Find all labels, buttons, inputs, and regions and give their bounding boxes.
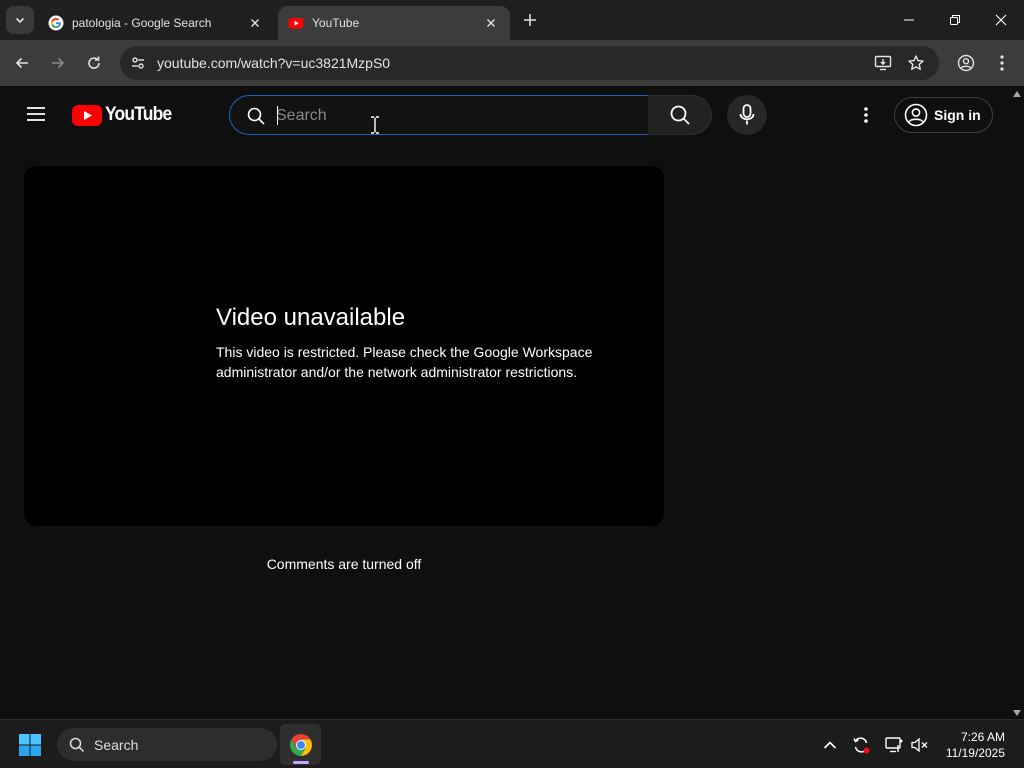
minimize-button[interactable] (886, 0, 932, 40)
browser-menu-button[interactable] (988, 49, 1016, 77)
close-icon[interactable] (482, 14, 500, 32)
voice-search-button[interactable] (727, 95, 767, 135)
close-icon[interactable] (246, 14, 264, 32)
search-icon (669, 104, 691, 126)
url-text[interactable]: youtube.com/watch?v=uc3821MzpS0 (157, 55, 390, 71)
forward-button[interactable] (44, 49, 72, 77)
install-app-icon[interactable] (873, 53, 893, 73)
browser-toolbar: youtube.com/watch?v=uc3821MzpS0 (0, 40, 1024, 86)
youtube-play-icon (72, 104, 102, 126)
back-button[interactable] (8, 49, 36, 77)
scroll-down-arrow-icon[interactable] (1012, 709, 1022, 717)
video-player[interactable]: Video unavailable This video is restrict… (24, 166, 664, 526)
sign-in-label: Sign in (934, 107, 981, 123)
kebab-menu-icon (1000, 55, 1004, 71)
google-g-icon (48, 15, 64, 31)
error-title: Video unavailable (216, 304, 406, 331)
comments-status: Comments are turned off (266, 556, 422, 572)
hamburger-menu-icon (26, 106, 46, 122)
plus-icon (523, 13, 537, 27)
reload-button[interactable] (80, 49, 108, 77)
bookmark-star-icon[interactable] (906, 53, 926, 73)
kebab-menu-icon (864, 107, 868, 123)
system-clock[interactable]: 7:26 AM 11/19/2025 (946, 729, 1005, 761)
volume-muted-icon[interactable] (910, 735, 930, 755)
arrow-left-icon (14, 55, 30, 71)
chrome-logo-icon (289, 733, 313, 757)
tab-youtube[interactable]: YouTube (278, 6, 510, 40)
text-cursor-icon (370, 116, 380, 134)
search-icon (69, 737, 94, 753)
minimize-icon (903, 14, 915, 26)
close-window-button[interactable] (978, 0, 1024, 40)
account-circle-icon (957, 54, 975, 72)
sync-status-icon[interactable] (851, 735, 871, 755)
youtube-wordmark: YouTube (105, 104, 172, 125)
search-input[interactable] (276, 104, 636, 128)
search-button[interactable] (648, 95, 712, 135)
arrow-right-icon (50, 55, 66, 71)
restore-button[interactable] (932, 0, 978, 40)
windows-start-icon[interactable] (18, 733, 42, 757)
restore-icon (949, 14, 961, 26)
youtube-logo[interactable]: YouTube (72, 104, 177, 126)
sign-in-button[interactable]: Sign in (894, 97, 993, 133)
tab-title: YouTube (312, 16, 360, 30)
chevron-up-icon[interactable] (820, 735, 840, 755)
browser-tab-strip: patologia - Google Search YouTube (0, 0, 1024, 40)
tab-title: patologia - Google Search (72, 16, 212, 30)
tab-search-button[interactable] (6, 6, 34, 34)
site-info-icon[interactable] (126, 51, 150, 75)
scroll-up-arrow-icon[interactable] (1012, 90, 1022, 98)
text-caret (277, 106, 278, 125)
windows-taskbar: Search 7:26 AM 11/19/2025 (0, 719, 1024, 768)
tab-google-search[interactable]: patologia - Google Search (38, 6, 274, 40)
search-icon (246, 106, 266, 126)
account-circle-icon (904, 103, 934, 127)
active-app-indicator (293, 761, 309, 764)
error-message: This video is restricted. Please check t… (216, 344, 593, 380)
taskbar-chrome-app[interactable] (280, 724, 321, 765)
settings-menu-button[interactable] (854, 103, 878, 127)
clock-time: 7:26 AM (960, 730, 1005, 744)
taskbar-search[interactable]: Search (57, 728, 277, 761)
youtube-play-icon (288, 15, 304, 31)
close-icon (995, 14, 1007, 26)
new-tab-button[interactable] (518, 8, 542, 32)
network-monitor-icon[interactable] (884, 735, 904, 755)
profile-button[interactable] (952, 49, 980, 77)
reload-icon (86, 55, 102, 71)
address-bar[interactable]: youtube.com/watch?v=uc3821MzpS0 (120, 46, 939, 80)
youtube-page: YouTube Sign in Video unavailable This v… (0, 86, 1024, 719)
microphone-icon (739, 104, 755, 126)
taskbar-search-label: Search (94, 736, 139, 753)
guide-menu-button[interactable] (24, 102, 48, 126)
clock-date: 11/19/2025 (945, 746, 1005, 760)
chevron-down-icon (14, 14, 26, 26)
search-box[interactable] (229, 95, 649, 135)
